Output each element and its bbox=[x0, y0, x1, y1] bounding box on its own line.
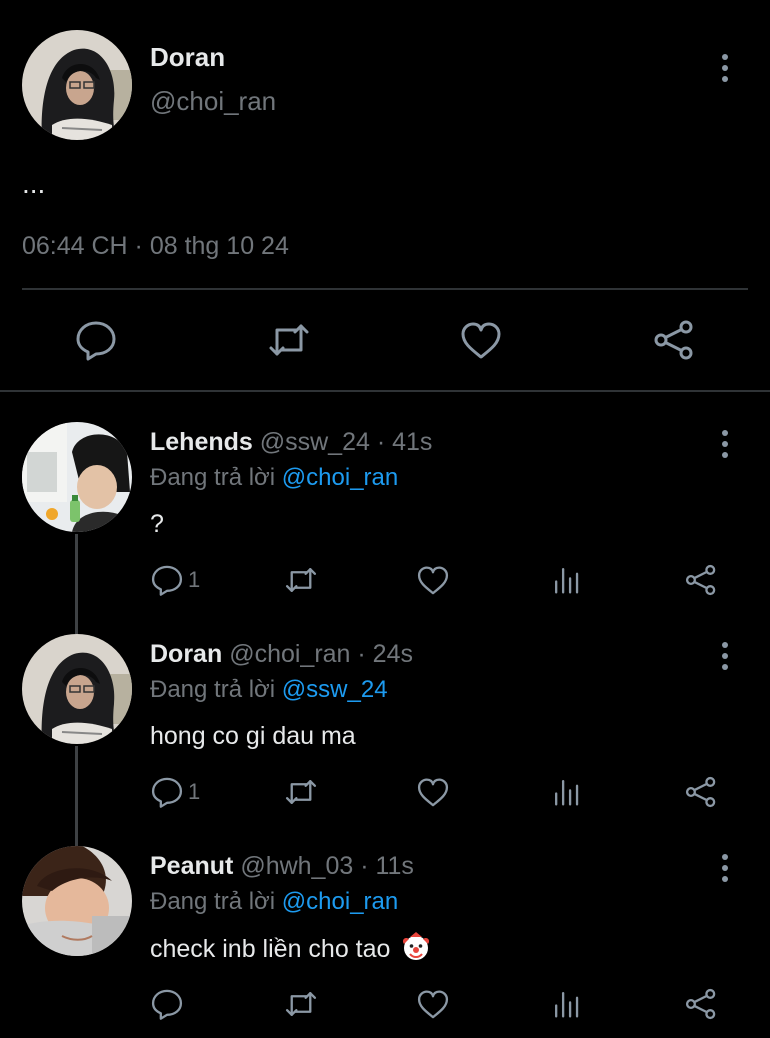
replying-to: Đang trả lời @ssw_24 bbox=[150, 676, 388, 704]
replying-prefix: Đang trả lời bbox=[150, 464, 276, 491]
reply-button[interactable]: 1 bbox=[150, 562, 200, 598]
reply-text: hong co gi dau ma bbox=[150, 722, 356, 750]
reply-header: Peanut @hwh_03 · 11s bbox=[150, 852, 414, 881]
avatar[interactable] bbox=[22, 422, 132, 532]
author-meta[interactable]: @choi_ran · 24s bbox=[229, 640, 413, 668]
reply-item[interactable]: Doran @choi_ran · 24s Đang trả lời @ssw_… bbox=[0, 634, 770, 846]
like-icon[interactable] bbox=[416, 562, 450, 598]
reply-item[interactable]: Lehends @ssw_24 · 41s Đang trả lời @choi… bbox=[0, 422, 770, 634]
reply-icon bbox=[151, 989, 183, 1020]
avatar[interactable] bbox=[22, 30, 132, 140]
reply-button[interactable] bbox=[150, 986, 188, 1022]
reply-count: 1 bbox=[188, 779, 201, 804]
share-icon[interactable] bbox=[684, 562, 718, 598]
retweet-icon[interactable] bbox=[267, 318, 311, 362]
author-name[interactable]: Doran bbox=[150, 640, 222, 668]
reply-icon bbox=[151, 777, 183, 808]
replying-to-link[interactable]: @ssw_24 bbox=[282, 676, 388, 703]
divider bbox=[22, 288, 748, 290]
main-tweet: Doran @choi_ran ... 06:44 CH · 08 thg 10… bbox=[0, 0, 770, 392]
more-options-icon[interactable] bbox=[713, 638, 737, 674]
views-icon[interactable] bbox=[550, 774, 584, 810]
like-icon[interactable] bbox=[459, 318, 503, 362]
avatar[interactable] bbox=[22, 846, 132, 956]
author-meta[interactable]: @hwh_03 · 11s bbox=[240, 852, 414, 880]
retweet-icon[interactable] bbox=[284, 774, 318, 810]
replying-to: Đang trả lời @choi_ran bbox=[150, 888, 398, 916]
reply-header: Lehends @ssw_24 · 41s bbox=[150, 428, 432, 457]
reply-text: ? bbox=[150, 510, 164, 538]
author-name[interactable]: Lehends bbox=[150, 428, 253, 456]
replying-prefix: Đang trả lời bbox=[150, 676, 276, 703]
replying-to-link[interactable]: @choi_ran bbox=[282, 888, 398, 915]
author-name[interactable]: Peanut bbox=[150, 852, 233, 880]
reply-icon bbox=[151, 565, 183, 596]
reply-count: 1 bbox=[188, 567, 201, 592]
reply-header: Doran @choi_ran · 24s bbox=[150, 640, 413, 669]
replying-prefix: Đang trả lời bbox=[150, 888, 276, 915]
more-options-icon[interactable] bbox=[713, 850, 737, 886]
author-meta[interactable]: @ssw_24 · 41s bbox=[260, 428, 433, 456]
retweet-icon[interactable] bbox=[284, 986, 318, 1022]
clown-face-icon bbox=[403, 932, 430, 960]
reply-text-row: check inb liền cho tao bbox=[150, 932, 431, 964]
more-options-icon[interactable] bbox=[713, 426, 737, 462]
like-icon[interactable] bbox=[416, 774, 450, 810]
replying-to-link[interactable]: @choi_ran bbox=[282, 464, 398, 491]
views-icon[interactable] bbox=[550, 986, 584, 1022]
like-icon[interactable] bbox=[416, 986, 450, 1022]
avatar[interactable] bbox=[22, 634, 132, 744]
author-handle[interactable]: @choi_ran bbox=[150, 86, 276, 117]
share-icon[interactable] bbox=[684, 986, 718, 1022]
tweet-text: ... bbox=[22, 168, 46, 199]
reply-icon[interactable] bbox=[74, 318, 118, 362]
share-icon[interactable] bbox=[652, 318, 696, 362]
retweet-icon[interactable] bbox=[284, 562, 318, 598]
views-icon[interactable] bbox=[550, 562, 584, 598]
author-name[interactable]: Doran bbox=[150, 42, 225, 73]
share-icon[interactable] bbox=[684, 774, 718, 810]
reply-button[interactable]: 1 bbox=[150, 774, 200, 810]
replying-to: Đang trả lời @choi_ran bbox=[150, 464, 398, 492]
more-options-icon[interactable] bbox=[713, 50, 737, 86]
reply-item[interactable]: Peanut @hwh_03 · 11s Đang trả lời @choi_… bbox=[0, 846, 770, 1038]
reply-text: check inb liền cho tao bbox=[150, 935, 391, 963]
tweet-timestamp[interactable]: 06:44 CH · 08 thg 10 24 bbox=[22, 232, 289, 261]
